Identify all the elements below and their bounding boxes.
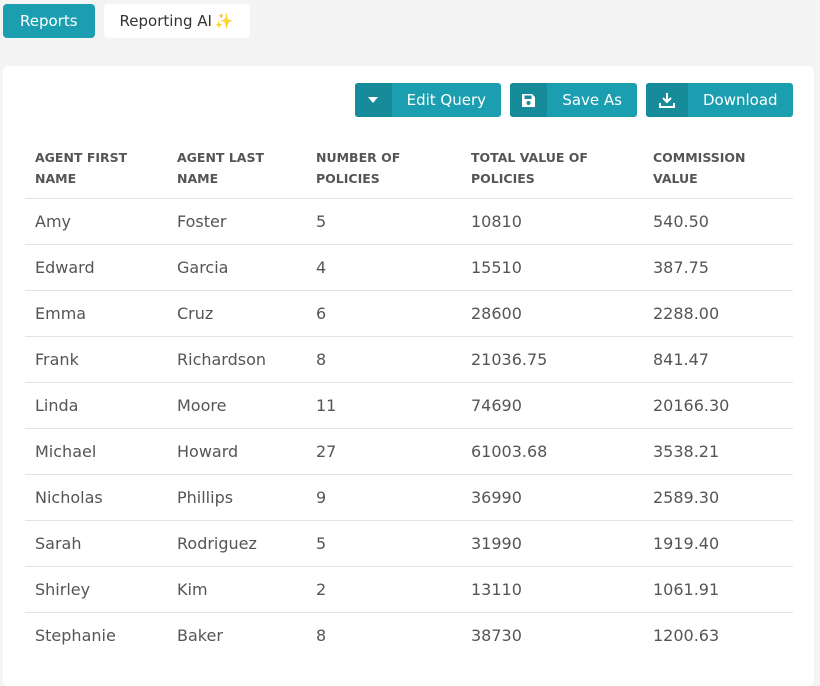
cell-agent-first-name: Emma [25,290,167,337]
cell-agent-last-name: Rodriguez [167,520,306,567]
cell-number-of-policies: 5 [306,198,461,245]
cell-total-value: 61003.68 [461,428,643,475]
cell-agent-last-name: Baker [177,626,223,645]
cell-agent-first-name: Sarah [25,520,167,567]
cell-commission-value: 387.75 [643,244,793,291]
save-as-label: Save As [562,91,622,109]
cell-commission-value: 540.50 [643,198,793,245]
column-header-agent-first-name[interactable]: AGENT FIRST NAME [25,140,167,199]
column-header-number-of-policies[interactable]: NUMBER OF POLICIES [306,140,461,199]
tab-reports-label: Reports [20,12,78,30]
cell-total-value: 21036.75 [461,336,643,383]
cell-agent-last-name: Phillips [167,474,306,521]
table-row: Sarah Rodriguez 5 31990 1919.40 [25,520,793,567]
cell-commission-value: 2589.30 [643,474,793,521]
sparkles-icon: ✨ [214,12,234,30]
edit-query-button[interactable]: Edit Query [355,83,501,117]
cell-agent-last-name: Cruz [167,290,306,337]
cell-agent-last-name: Kim [167,566,306,613]
report-toolbar: Edit Query Save As Download [355,83,793,117]
table-row: Nicholas Phillips 9 36990 2589.30 [25,474,793,521]
cell-number-of-policies: 8 [306,336,461,383]
cell-agent-last-name: Richardson [167,336,306,383]
cell-commission-value: 2288.00 [643,290,793,337]
save-as-button[interactable]: Save As [510,83,637,117]
tab-reports[interactable]: Reports [3,4,95,38]
cell-total-value: 31990 [461,520,643,567]
cell-commission-value: 3538.21 [643,428,793,475]
cell-agent-first-name: Michael [25,428,167,475]
tab-reporting-ai[interactable]: Reporting AI ✨ [103,4,250,38]
column-header-total-value-of-policies[interactable]: TOTAL VALUE OF POLICIES [461,140,643,199]
cell-number-of-policies: 27 [306,428,461,475]
cell-total-value: 15510 [461,244,643,291]
cell-total-value: 36990 [461,474,643,521]
download-icon [646,83,688,117]
cell-commission-value: 1919.40 [643,520,793,567]
table-row: Michael Howard 27 61003.68 3538.21 [25,428,793,475]
cell-agent-last-name: Howard [167,428,306,475]
table-row: Amy Foster 5 10810 540.50 [25,198,793,245]
floppy-disk-icon [510,83,548,117]
report-card: Edit Query Save As Download AGENT FIRST … [3,66,814,686]
table-header-row: AGENT FIRST NAME AGENT LAST NAME NUMBER OF… [25,140,793,199]
table-row: Linda Moore 11 74690 20166.30 [25,382,793,429]
cell-number-of-policies: 11 [306,382,461,429]
cell-agent-first-name: Amy [25,198,167,245]
cell-number-of-policies: 9 [306,474,461,521]
cell-commission-value: 841.47 [643,336,793,383]
cell-total-value: 74690 [461,382,643,429]
cell-total-value: 38730 [471,626,522,645]
cell-commission-value: 20166.30 [643,382,793,429]
table-row: Frank Richardson 8 21036.75 841.47 [25,336,793,383]
download-label: Download [703,91,778,109]
cell-total-value: 13110 [461,566,643,613]
column-header-agent-last-name[interactable]: AGENT LAST NAME [167,140,306,199]
cell-number-of-policies: 4 [306,244,461,291]
cell-agent-first-name: Stephanie [35,626,116,645]
table-row: Edward Garcia 4 15510 387.75 [25,244,793,291]
cell-agent-first-name: Edward [25,244,167,291]
cell-agent-last-name: Moore [167,382,306,429]
table-row: Emma Cruz 6 28600 2288.00 [25,290,793,337]
table-row: Shirley Kim 2 13110 1061.91 [25,566,793,613]
cell-number-of-policies: 8 [316,626,327,645]
cell-number-of-policies: 6 [306,290,461,337]
cell-agent-first-name: Linda [25,382,167,429]
cell-agent-last-name: Garcia [167,244,306,291]
cell-agent-last-name: Foster [167,198,306,245]
cell-commission-value: 1061.91 [643,566,793,613]
cell-commission-value: 1200.63 [653,626,720,645]
cell-number-of-policies: 5 [306,520,461,567]
cell-number-of-policies: 2 [306,566,461,613]
cell-agent-first-name: Nicholas [25,474,167,521]
cell-agent-first-name: Shirley [25,566,167,613]
cell-total-value: 28600 [461,290,643,337]
cell-total-value: 10810 [461,198,643,245]
column-header-commission-value[interactable]: COMMISSION VALUE [643,140,793,199]
tab-reporting-ai-label: Reporting AI [119,12,212,30]
report-tabs: Reports Reporting AI ✨ [3,4,250,38]
edit-query-label: Edit Query [406,91,486,109]
download-button[interactable]: Download [646,83,793,117]
report-table: AGENT FIRST NAME AGENT LAST NAME NUMBER OF… [25,140,793,658]
table-row: Stephanie Baker 8 38730 1200.63 [25,613,793,659]
caret-down-icon [355,83,392,117]
cell-agent-first-name: Frank [25,336,167,383]
